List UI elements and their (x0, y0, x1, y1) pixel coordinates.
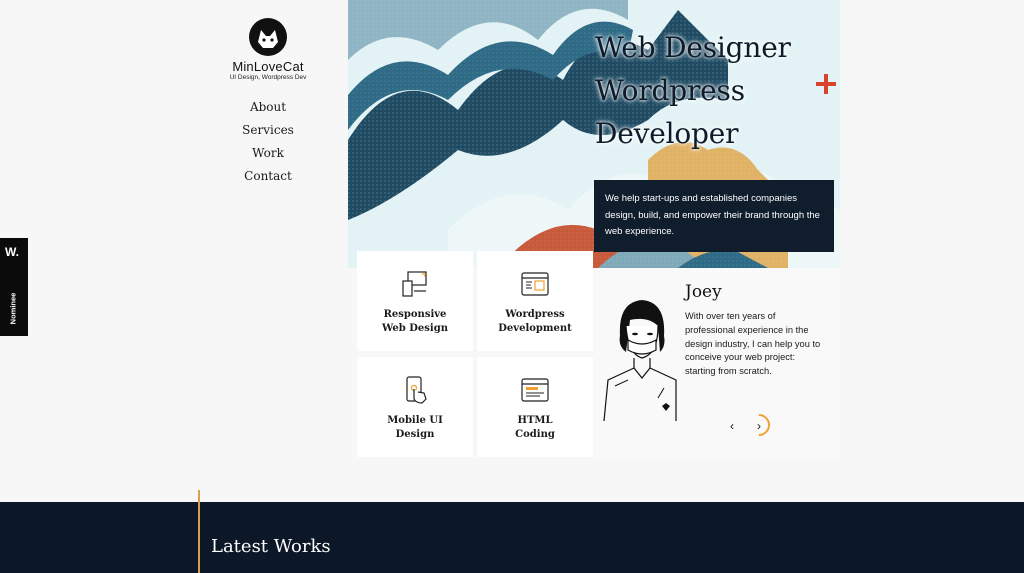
service-card-html[interactable]: HTML Coding (477, 357, 593, 457)
joey-portrait (603, 300, 677, 421)
hero-title: Web Designer Wordpress Developer (595, 26, 791, 155)
responsive-devices-icon (402, 271, 427, 297)
latest-works-title: Latest Works (211, 536, 331, 557)
nav-contact[interactable]: Contact (228, 169, 308, 192)
service-card-mobile-ui[interactable]: Mobile UI Design (357, 357, 473, 457)
cat-logo-icon (249, 18, 287, 56)
brand-logo[interactable]: MinLoveCat UI Design, Wordpress Dev (228, 18, 308, 81)
service-label: Wordpress Development (498, 309, 572, 334)
plus-icon (816, 74, 836, 94)
badge-label: Nominee (8, 292, 18, 325)
browser-code-icon (521, 272, 549, 296)
slider-next-button[interactable]: › (749, 416, 769, 436)
hero-title-line-1: Web Designer (595, 31, 791, 64)
service-card-responsive[interactable]: Responsive Web Design (357, 251, 473, 351)
nav-work[interactable]: Work (228, 146, 308, 169)
service-card-wordpress[interactable]: Wordpress Development (477, 251, 593, 351)
main-nav: About Services Work Contact (228, 100, 308, 192)
nav-services[interactable]: Services (228, 123, 308, 146)
badge-mark: W. (5, 245, 19, 259)
service-label: HTML Coding (515, 415, 555, 440)
nav-about[interactable]: About (228, 100, 308, 123)
hero-description: We help start-ups and established compan… (594, 180, 834, 252)
html-window-icon (521, 378, 549, 402)
slider-prev-button[interactable]: ‹ (722, 416, 742, 436)
profile-name: Joey (685, 282, 722, 302)
profile-bio: With over ten years of professional expe… (685, 311, 821, 377)
service-label: Mobile UI Design (387, 415, 443, 440)
brand-tagline: UI Design, Wordpress Dev (229, 74, 307, 81)
latest-works-section (0, 502, 1024, 573)
service-label: Responsive Web Design (382, 309, 448, 334)
awwwards-nominee-badge[interactable]: W. Nominee (0, 238, 28, 336)
hero-title-line-2: Wordpress (595, 74, 745, 107)
hero-title-line-3: Developer (595, 117, 739, 150)
brand-name: MinLoveCat (232, 59, 304, 74)
mobile-tap-icon (406, 376, 427, 404)
section-divider-line (198, 490, 200, 573)
